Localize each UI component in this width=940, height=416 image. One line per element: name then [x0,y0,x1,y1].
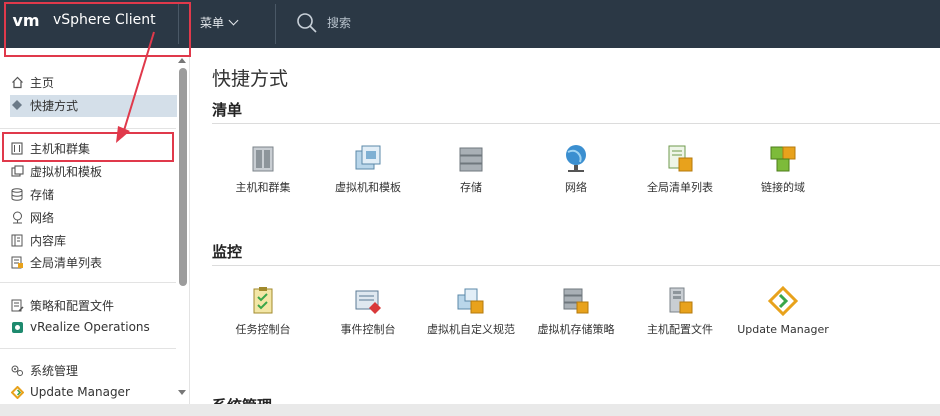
global-inventory-icon [668,145,693,172]
sidebar-item-global-inventory[interactable]: 全局清单列表 [10,252,102,272]
vm-storage-policy-icon [563,288,589,314]
sidebar-item-label: 快捷方式 [30,98,79,113]
sidebar-item-vrealize[interactable]: vRealize Operations [10,317,150,337]
home-icon [10,75,24,89]
vrealize-icon [10,320,24,334]
task-console-icon [253,287,273,314]
sidebar-item-content-library[interactable]: 内容库 [10,230,66,250]
chevron-down-icon [228,15,239,26]
shortcut-label: Update Manager [737,323,829,336]
menu-label: 菜单 [200,16,225,30]
sidebar-item-label: 网络 [30,210,55,225]
search-icon[interactable] [296,12,318,34]
host-profile-icon [669,287,693,314]
shortcut-global-inventory[interactable]: 全局清单列表 [632,143,728,194]
page-title: 快捷方式 [212,68,289,90]
menu-dropdown[interactable]: 菜单 [200,14,239,31]
scroll-up-arrow[interactable] [178,58,186,63]
highlight-box-header [4,2,191,57]
network-globe-icon [566,145,586,172]
network-icon [10,210,24,224]
admin-icon [10,363,24,377]
update-manager-icon [767,285,799,317]
horizontal-scrollbar[interactable] [0,404,940,416]
sidebar-item-label: Update Manager [30,385,130,399]
shortcut-task-console[interactable]: 任务控制台 [215,285,311,336]
shortcut-vms-templates[interactable]: 虚拟机和模板 [320,143,416,194]
shortcut-label: 存储 [460,181,482,194]
sidebar-item-label: 系统管理 [30,363,79,378]
section-divider [212,123,940,124]
global-inventory-icon [10,255,24,269]
section-divider [212,265,940,266]
sidebar-item-label: 主页 [30,75,55,90]
sidebar-divider [0,282,176,283]
search-input[interactable]: 搜索 [327,14,351,31]
shortcut-label: 链接的域 [761,181,805,194]
scroll-down-arrow[interactable] [178,390,186,395]
sidebar-divider [0,348,176,349]
shortcut-label: 任务控制台 [235,323,291,336]
sidebar-item-label: 全局清单列表 [30,255,103,270]
shortcut-label: 全局清单列表 [647,181,713,194]
shortcut-label: 主机配置文件 [647,323,713,336]
shortcut-label: 主机和群集 [235,181,291,194]
vm-template-icon [10,164,24,178]
update-manager-icon [10,385,24,399]
policy-icon [10,298,24,312]
header-divider-2 [275,4,276,44]
shortcut-label: 事件控制台 [340,323,396,336]
shortcut-storage[interactable]: 存储 [423,143,519,194]
shortcut-event-console[interactable]: 事件控制台 [320,285,416,336]
shortcut-label: 虚拟机自定义规范 [427,323,515,336]
navigator-sidebar: 主页 快捷方式 主机和群集 虚拟机和模板 存储 网络 内容库 全局清单列表 策略… [0,48,190,416]
sidebar-divider [0,128,176,129]
sidebar-item-policies[interactable]: 策略和配置文件 [10,295,114,315]
section-title-inventory: 清单 [212,101,243,119]
sidebar-item-network[interactable]: 网络 [10,207,54,227]
sidebar-item-label: vRealize Operations [30,320,150,334]
vm-customization-icon [457,288,484,314]
sidebar-item-label: 虚拟机和模板 [30,164,103,179]
sidebar-item-storage[interactable]: 存储 [10,184,54,204]
linked-domain-icon [770,146,796,172]
shortcut-vm-customization[interactable]: 虚拟机自定义规范 [423,285,519,336]
storage-icon [10,187,24,201]
sidebar-item-label: 内容库 [30,233,67,248]
section-title-monitoring: 监控 [212,243,243,261]
shortcut-vm-storage-policy[interactable]: 虚拟机存储策略 [528,285,624,336]
shortcut-linked-domains[interactable]: 链接的域 [735,143,831,194]
sidebar-item-label: 存储 [30,187,55,202]
highlight-box-hosts-clusters [2,132,174,162]
shortcut-network[interactable]: 网络 [528,143,624,194]
sidebar-scrollbar-thumb[interactable] [179,68,187,286]
sidebar-item-administration[interactable]: 系统管理 [10,360,78,380]
sidebar-item-shortcuts[interactable]: 快捷方式 [10,95,78,115]
shortcut-update-manager[interactable]: Update Manager [735,285,831,336]
event-console-icon [355,290,381,314]
sidebar-item-update-manager[interactable]: Update Manager [10,382,130,402]
content-library-icon [10,233,24,247]
shortcut-label: 虚拟机和模板 [335,181,401,194]
vm-template-icon [355,145,381,170]
sidebar-item-label: 策略和配置文件 [30,298,115,313]
host-cluster-icon [252,146,274,172]
shortcut-host-profiles[interactable]: 主机配置文件 [632,285,728,336]
shortcut-label: 网络 [565,181,587,194]
sidebar-item-home[interactable]: 主页 [10,72,54,92]
sidebar-item-vms-templates[interactable]: 虚拟机和模板 [10,161,102,181]
shortcuts-icon [10,98,24,112]
shortcut-hosts-clusters[interactable]: 主机和群集 [215,143,311,194]
shortcut-label: 虚拟机存储策略 [537,323,615,336]
storage-icon [459,147,483,172]
